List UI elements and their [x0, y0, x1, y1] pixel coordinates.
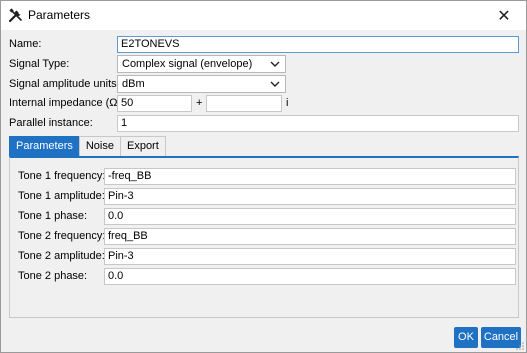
amplitude-units-value: dBm	[122, 78, 145, 90]
tone2-phase-input[interactable]: 0.0	[104, 268, 516, 285]
plus-sign: +	[196, 97, 203, 109]
signal-type-select[interactable]: Complex signal (envelope)	[117, 55, 286, 73]
tone2-phase-label: Tone 2 phase:	[18, 270, 88, 282]
tone2-frequency-input[interactable]: freq_BB	[104, 228, 516, 245]
name-input[interactable]: E2TONEVS	[117, 36, 519, 53]
tone1-amplitude-input[interactable]: Pin-3	[104, 188, 516, 205]
amplitude-units-label: Signal amplitude units:	[9, 78, 120, 90]
tab-bar: Parameters Noise Export	[9, 136, 166, 157]
tools-icon	[8, 8, 22, 23]
impedance-label: Internal impedance (Ω):	[9, 97, 125, 109]
signal-type-label: Signal Type:	[9, 58, 70, 70]
parallel-label: Parallel instance:	[9, 117, 93, 129]
chevron-down-icon	[270, 61, 280, 67]
impedance-real-input[interactable]: 50	[117, 95, 192, 112]
resize-grip-icon[interactable]	[516, 342, 524, 350]
parameters-dialog: Parameters ✕ Name: E2TONEVS Signal Type:…	[0, 0, 527, 353]
amplitude-units-select[interactable]: dBm	[117, 75, 286, 93]
tone1-frequency-label: Tone 1 frequency:	[18, 170, 106, 182]
tab-noise[interactable]: Noise	[78, 136, 121, 157]
tone2-amplitude-label: Tone 2 amplitude:	[18, 250, 105, 262]
close-button[interactable]: ✕	[482, 1, 526, 30]
signal-type-value: Complex signal (envelope)	[122, 58, 253, 70]
tab-parameters[interactable]: Parameters	[9, 136, 80, 157]
tone1-phase-label: Tone 1 phase:	[18, 210, 88, 222]
tone1-phase-input[interactable]: 0.0	[104, 208, 516, 225]
parallel-input[interactable]: 1	[117, 115, 519, 132]
tone2-amplitude-input[interactable]: Pin-3	[104, 248, 516, 265]
name-label: Name:	[9, 38, 42, 50]
title-bar: Parameters ✕	[1, 1, 526, 30]
tone2-frequency-label: Tone 2 frequency:	[18, 230, 106, 242]
ok-button[interactable]: OK	[454, 327, 478, 348]
parameters-panel: Tone 1 frequency: -freq_BB Tone 1 amplit…	[9, 156, 519, 318]
imaginary-unit: i	[286, 97, 289, 109]
tab-export[interactable]: Export	[119, 136, 166, 157]
window-title: Parameters	[28, 8, 91, 22]
tone1-frequency-input[interactable]: -freq_BB	[104, 168, 516, 185]
chevron-down-icon	[270, 81, 280, 87]
cancel-button[interactable]: Cancel	[481, 327, 521, 348]
close-icon: ✕	[497, 7, 511, 25]
tone1-amplitude-label: Tone 1 amplitude:	[18, 190, 105, 202]
impedance-imag-input[interactable]	[206, 95, 282, 112]
